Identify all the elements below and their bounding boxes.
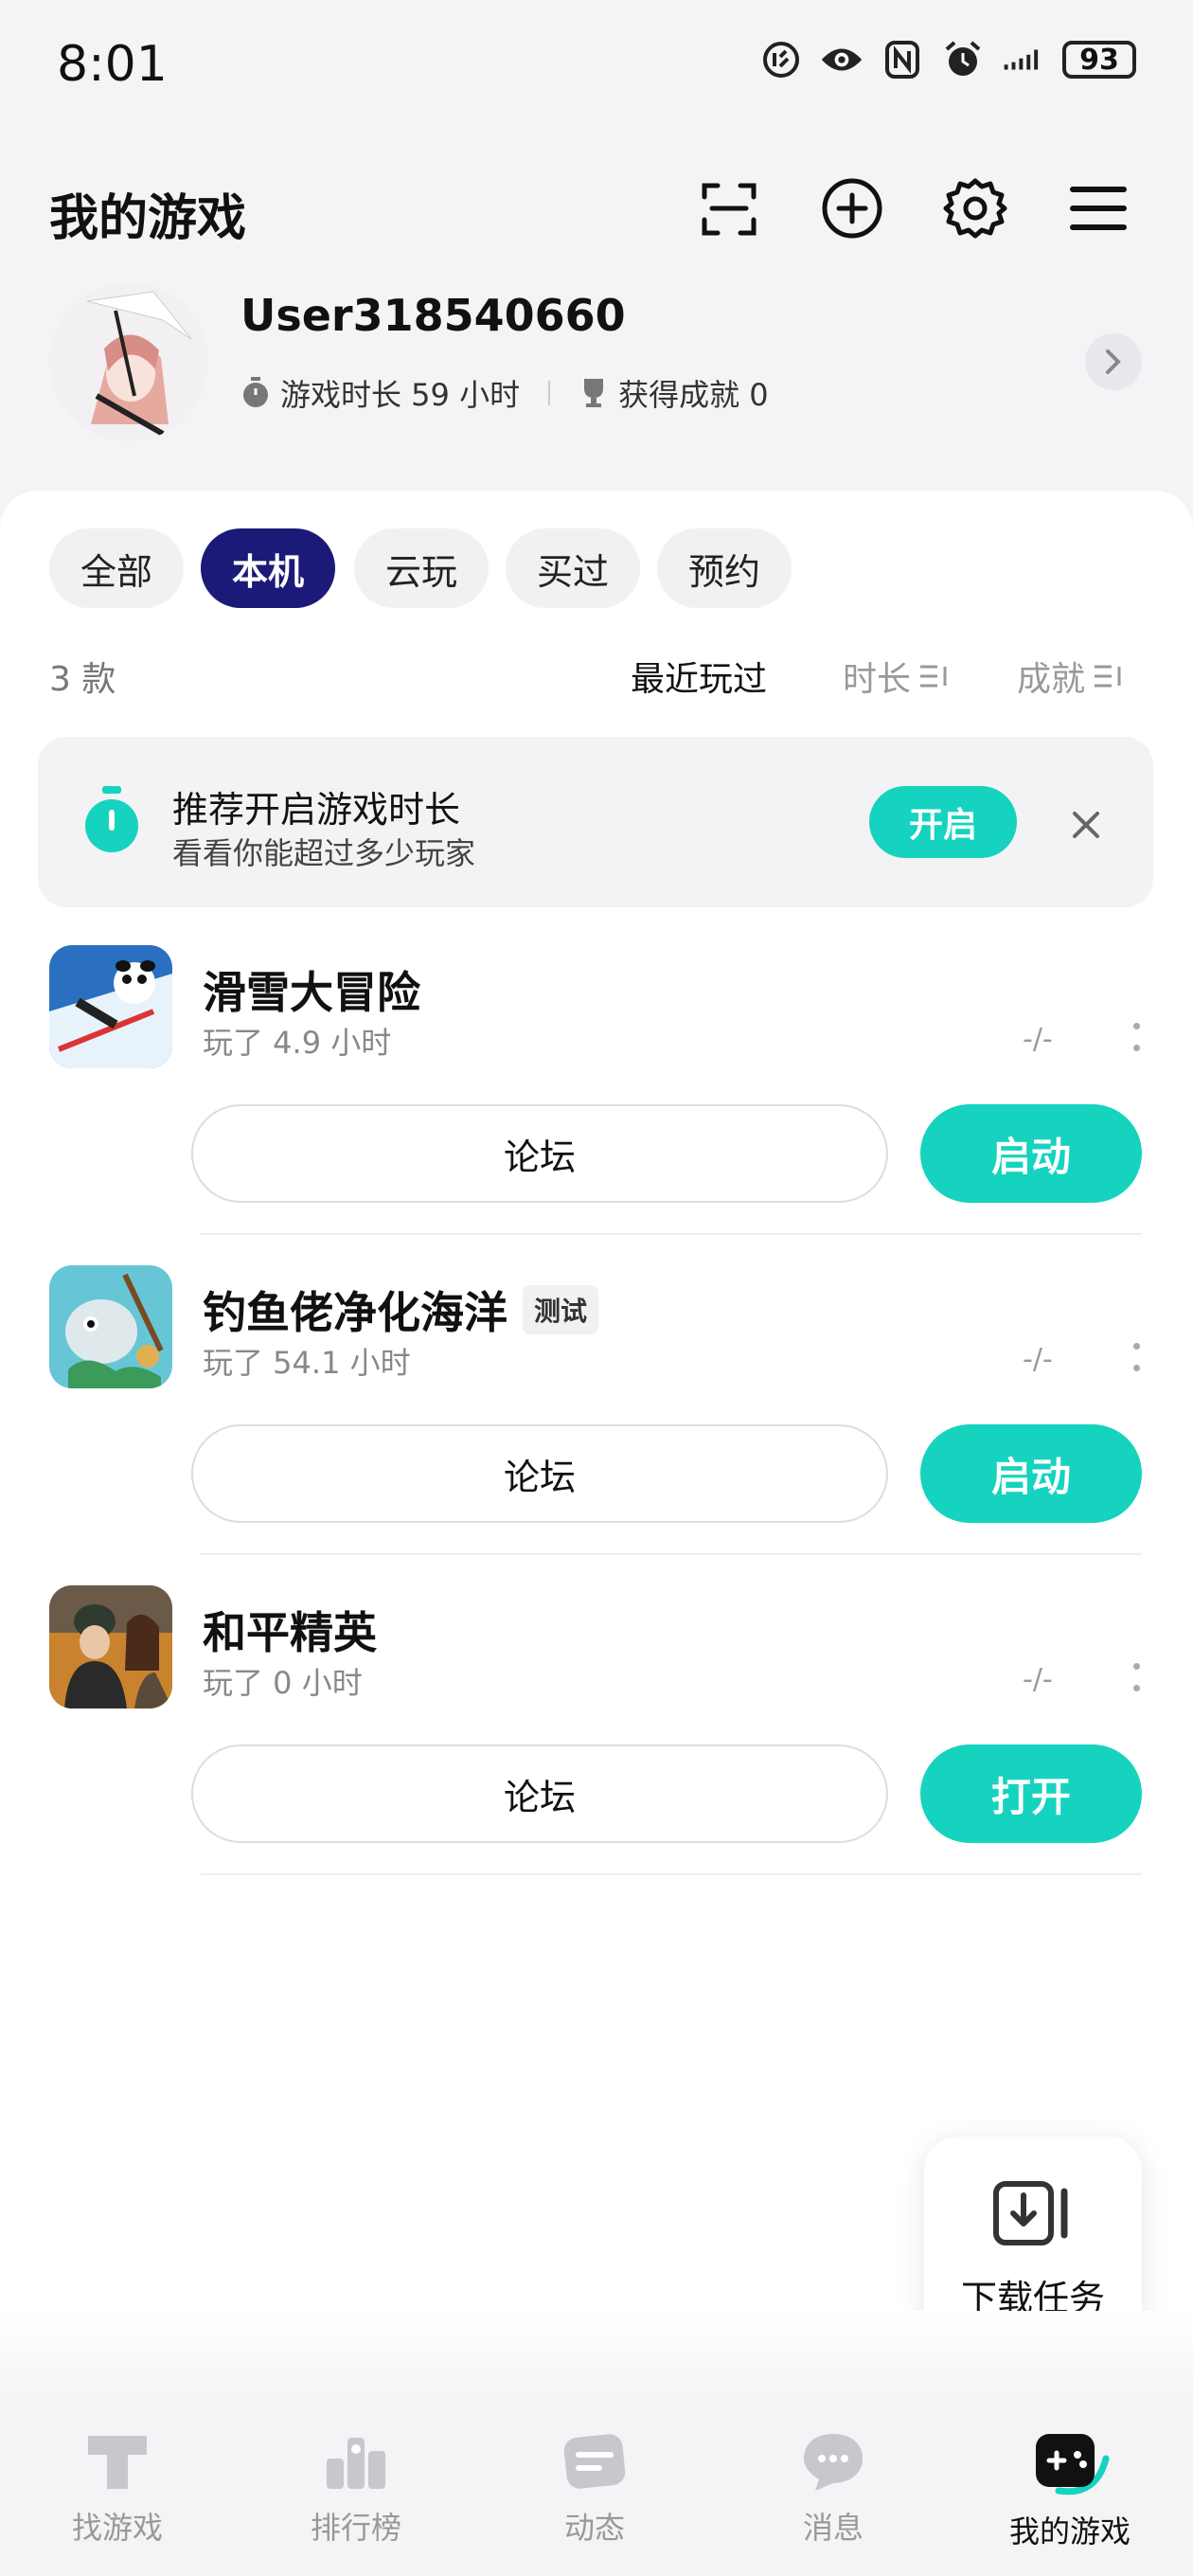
nav-messages[interactable]: 消息 — [739, 2430, 928, 2548]
row-divider — [201, 1233, 1142, 1235]
profile-stats: 游戏时长 59 小时 获得成就 0 — [240, 371, 769, 415]
game-playtime: 玩了 4.9 小时 — [203, 1025, 392, 1061]
feed-icon — [563, 2434, 626, 2489]
game-score: -/- — [1023, 1023, 1053, 1056]
profile-detail-button[interactable] — [1085, 333, 1142, 390]
game-playtime: 玩了 54.1 小时 — [203, 1345, 411, 1381]
tab-purchased[interactable]: 买过 — [506, 528, 640, 608]
sort-duration[interactable]: 时长 — [843, 652, 949, 701]
tab-cloud[interactable]: 云玩 — [354, 528, 489, 608]
achievements: 获得成就 0 — [618, 377, 769, 413]
trophy-icon — [584, 379, 604, 407]
chevron-right-icon — [1106, 349, 1121, 374]
status-time: 8:01 — [57, 36, 168, 93]
game-score: -/- — [1023, 1663, 1053, 1696]
nav-my-games[interactable]: 我的游戏 — [975, 2430, 1165, 2551]
nav-label: 消息 — [802, 2510, 864, 2546]
sort-icon — [920, 665, 947, 688]
tab-local[interactable]: 本机 — [201, 528, 335, 608]
gear-icon — [943, 178, 1007, 239]
game-name: 和平精英 — [203, 1607, 377, 1658]
eye-icon — [820, 38, 864, 81]
play-time: 游戏时长 59 小时 — [280, 377, 521, 413]
more-options-button[interactable] — [1131, 1343, 1142, 1371]
scan-button[interactable] — [691, 170, 767, 246]
game-icon-peace-elite[interactable] — [49, 1585, 172, 1708]
game-playtime: 玩了 0 小时 — [203, 1665, 363, 1701]
game-score: -/- — [1023, 1343, 1053, 1376]
nfc-icon — [881, 38, 924, 81]
nav-label: 排行榜 — [310, 2510, 401, 2546]
nav-label: 我的游戏 — [1008, 2513, 1131, 2549]
game-name: 钓鱼佬净化海洋 — [203, 1287, 507, 1338]
game-title: 钓鱼佬净化海洋 测试 — [203, 1279, 599, 1341]
my-games-icon — [1036, 2434, 1110, 2496]
sort-recent[interactable]: 最近玩过 — [631, 652, 767, 701]
game-count: 3 款 — [49, 660, 116, 699]
banner-title: 推荐开启游戏时长 — [172, 789, 461, 831]
launch-button[interactable]: 启动 — [920, 1104, 1142, 1203]
banner-subtitle: 看看你能超过多少玩家 — [172, 835, 476, 871]
username: User318540660 — [240, 290, 626, 341]
avatar[interactable] — [49, 282, 208, 441]
nav-label: 找游戏 — [71, 2510, 163, 2546]
data-saver-icon — [759, 38, 803, 81]
launch-button[interactable]: 启动 — [920, 1424, 1142, 1523]
more-options-button[interactable] — [1131, 1663, 1142, 1691]
more-options-button[interactable] — [1131, 1023, 1142, 1051]
game-icon-ski[interactable] — [49, 945, 172, 1068]
nav-feed[interactable]: 动态 — [500, 2430, 689, 2548]
stopwatch-icon — [81, 786, 142, 860]
add-button[interactable] — [814, 170, 890, 246]
page-title: 我的游戏 — [49, 190, 247, 247]
tab-all[interactable]: 全部 — [49, 528, 184, 608]
find-game-icon — [88, 2436, 147, 2489]
sort-achievement[interactable]: 成就 — [1017, 652, 1123, 701]
sort-recent-label: 最近玩过 — [631, 660, 768, 699]
test-badge: 测试 — [523, 1285, 599, 1334]
nav-ranking[interactable]: 排行榜 — [261, 2430, 451, 2548]
forum-button[interactable]: 论坛 — [191, 1104, 888, 1203]
open-button[interactable]: 打开 — [920, 1744, 1142, 1843]
menu-button[interactable] — [1060, 170, 1136, 246]
plus-circle-icon — [822, 178, 882, 239]
forum-button[interactable]: 论坛 — [191, 1744, 888, 1843]
settings-button[interactable] — [937, 170, 1013, 246]
status-icons: 93 — [759, 38, 1136, 81]
forum-button[interactable]: 论坛 — [191, 1424, 888, 1523]
tab-reserved[interactable]: 预约 — [657, 528, 792, 608]
banner-close-button[interactable] — [1062, 801, 1110, 849]
row-divider — [201, 1873, 1142, 1875]
download-icon — [992, 2180, 1074, 2252]
row-divider — [201, 1553, 1142, 1555]
game-title: 和平精英 — [203, 1599, 377, 1661]
status-bar: 8:01 93 — [0, 0, 1193, 142]
stopwatch-icon — [243, 377, 268, 407]
scan-icon — [702, 183, 757, 236]
hamburger-icon — [1070, 187, 1127, 230]
enable-playtime-button[interactable]: 开启 — [869, 786, 1017, 858]
nav-fade — [0, 2311, 1193, 2406]
signal-icon — [1002, 38, 1045, 81]
ranking-icon — [327, 2438, 385, 2489]
game-name: 滑雪大冒险 — [203, 967, 420, 1018]
alarm-icon — [941, 38, 985, 81]
sort-duration-label: 时长 — [843, 660, 912, 699]
battery-indicator: 93 — [1062, 41, 1136, 79]
message-icon — [804, 2434, 863, 2491]
sort-icon — [1095, 665, 1121, 688]
nav-find-game[interactable]: 找游戏 — [23, 2430, 212, 2548]
stats-divider — [548, 381, 551, 405]
close-icon — [1073, 812, 1099, 838]
game-icon-fishing[interactable] — [49, 1265, 172, 1388]
nav-label: 动态 — [563, 2510, 625, 2546]
sort-achievement-label: 成就 — [1017, 660, 1086, 699]
game-title: 滑雪大冒险 — [203, 958, 420, 1021]
